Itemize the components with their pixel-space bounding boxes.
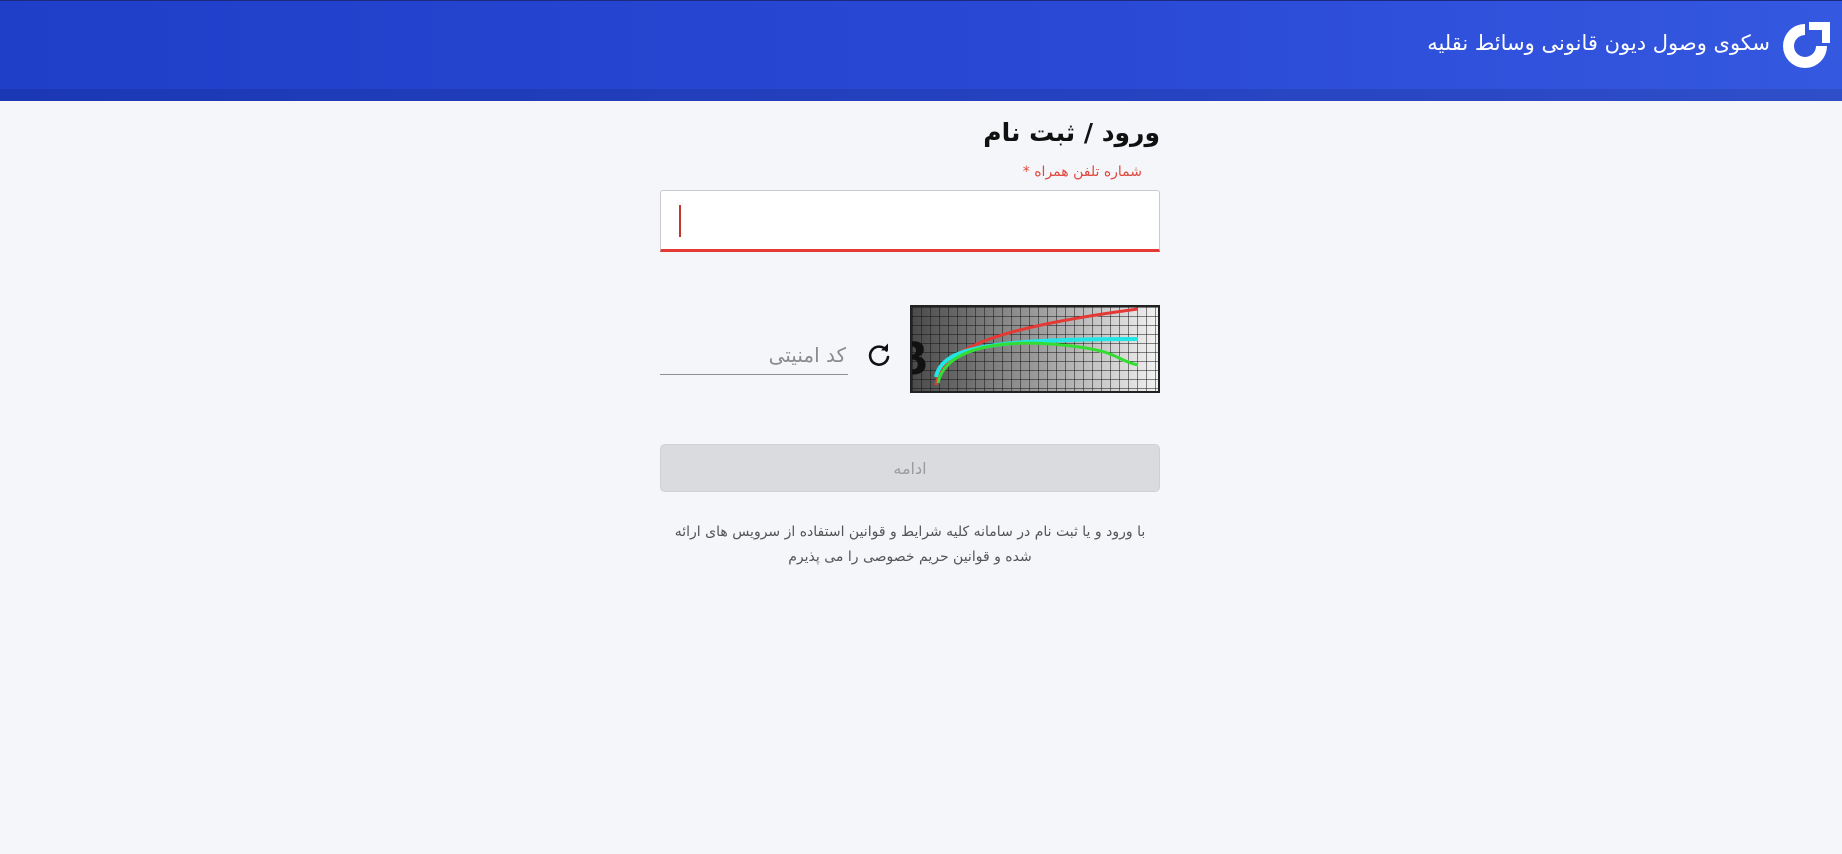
phone-input[interactable] xyxy=(661,191,1159,249)
page-title: ورود / ثبت نام xyxy=(983,118,1160,147)
refresh-icon[interactable] xyxy=(866,342,892,368)
text-caret xyxy=(679,205,681,237)
phone-field-container xyxy=(660,190,1160,252)
captcha-input[interactable] xyxy=(656,334,848,376)
terms-text: با ورود و یا ثبت نام در سامانه کلیه شرای… xyxy=(674,524,1146,565)
header-bottom-strip xyxy=(0,89,1842,101)
continue-button[interactable]: ادامه xyxy=(660,444,1160,492)
captcha-image: 3628 xyxy=(910,305,1160,393)
app-header: سکوی وصول دیون قانونی وسائط نقلیه xyxy=(0,0,1842,101)
captcha-field-container xyxy=(656,334,848,376)
app-title: سکوی وصول دیون قانونی وسائط نقلیه xyxy=(1427,31,1770,55)
phone-label: شماره تلفن همراه * xyxy=(1022,164,1142,180)
captcha-graphic: 3628 xyxy=(912,307,1158,391)
circular-arrow-logo-icon[interactable] xyxy=(1778,19,1832,73)
